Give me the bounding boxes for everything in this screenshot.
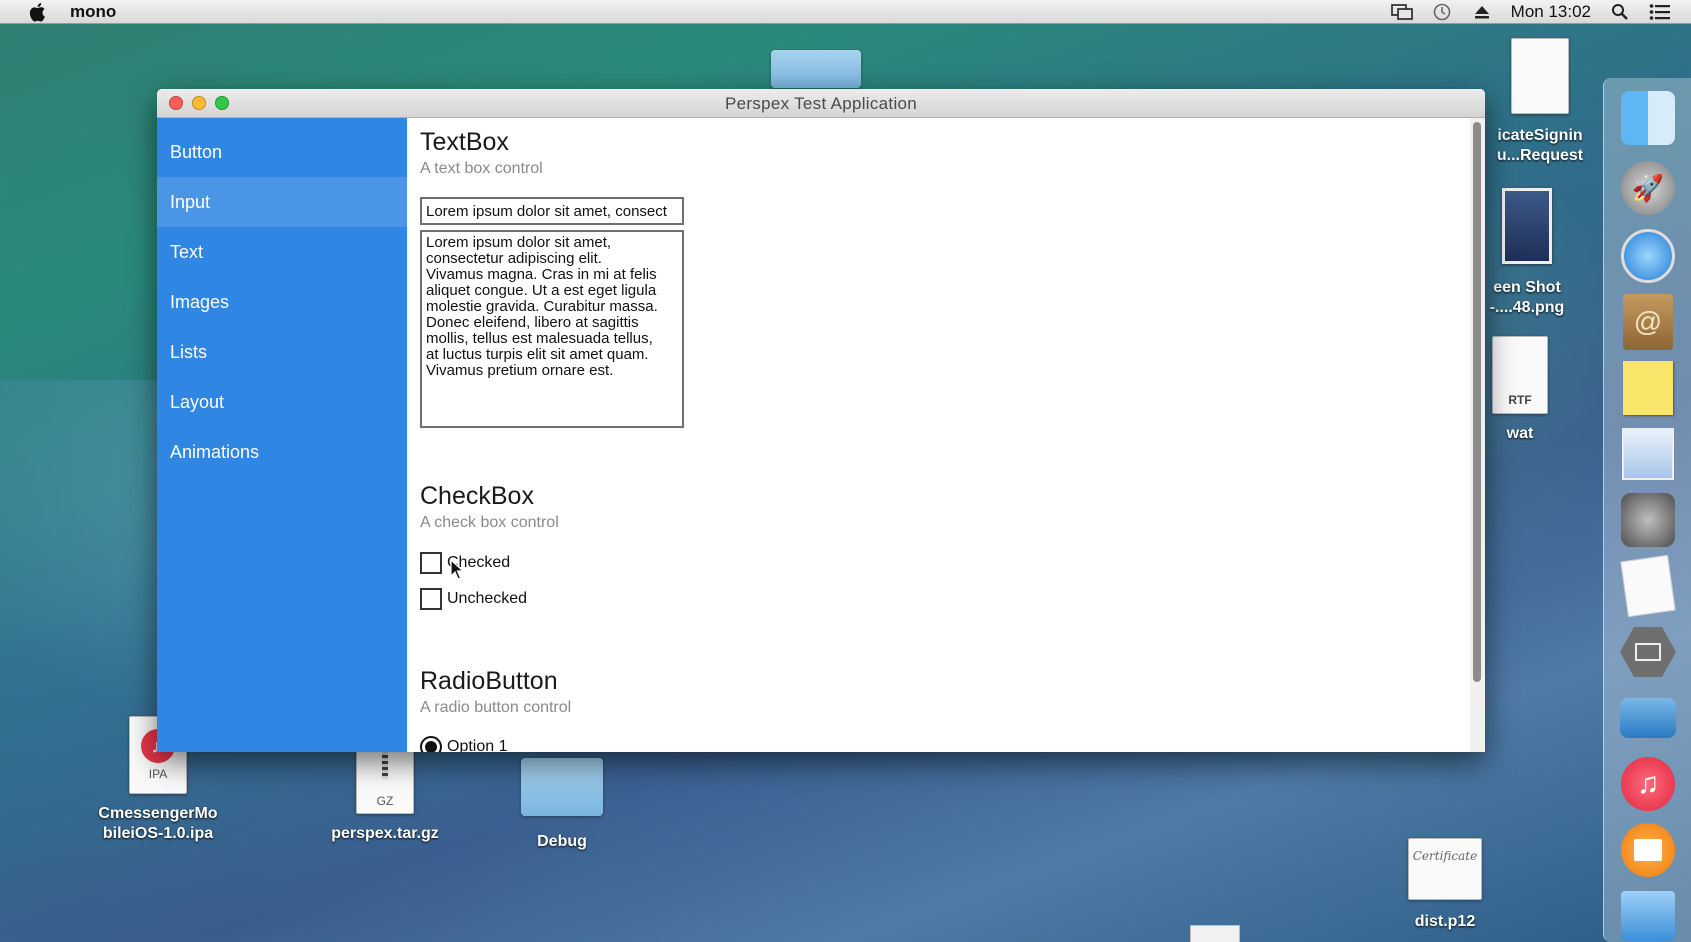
file-badge: RTF [1508,393,1532,407]
radio-option-1[interactable] [420,736,442,752]
launchpad-icon[interactable]: 🚀 [1618,158,1678,218]
scrollbar-thumb[interactable] [1473,122,1481,682]
preview-icon[interactable] [1618,424,1678,484]
notification-list-icon[interactable] [1649,3,1671,21]
sidebar-item-lists[interactable]: Lists [157,327,407,377]
textedit-icon[interactable] [1618,554,1678,618]
folder-icon [771,50,861,88]
desktop-item-debug[interactable]: Debug [512,758,612,852]
eject-icon[interactable] [1471,3,1493,21]
checkbox-section-subtitle: A check box control [420,514,559,531]
system-preferences-icon[interactable] [1618,490,1678,550]
contacts-icon[interactable]: @ [1618,292,1678,352]
checkbox-unchecked-row[interactable]: Unchecked [420,588,527,610]
sidebar-nav: Button Input Text Images Lists Layout An… [157,118,407,752]
desktop-item-label: bileiOS-1.0.ipa [102,825,214,842]
rtf-document-icon: RTF [1492,336,1548,414]
desktop-item-label: een Shot [1493,279,1561,296]
sidebar-item-text[interactable]: Text [157,227,407,277]
desktop-item-label: perspex.tar.gz [331,825,439,842]
textbox-section-title: TextBox [420,128,509,156]
vertical-scrollbar[interactable] [1470,118,1485,752]
window-title: Perspex Test Application [724,94,918,113]
folder-icon [521,758,603,816]
menu-bar: mono Mon 13:02 [0,0,1691,24]
radio-section-subtitle: A radio button control [420,699,572,716]
dock: 🚀 @ ♫ [1603,78,1691,942]
file-badge: IPA [148,767,168,781]
spotlight-search-icon[interactable] [1609,3,1631,21]
mouse-cursor-icon [450,558,465,586]
display-icon[interactable] [1618,622,1678,682]
desktop-item-folder-top[interactable] [770,50,862,88]
apple-icon[interactable] [26,2,48,22]
checkbox-section-title: CheckBox [420,482,534,510]
app-window: Perspex Test Application Button Input Te… [157,89,1485,752]
ibooks-icon[interactable] [1618,820,1678,880]
stickies-icon[interactable] [1618,358,1678,418]
content-panel[interactable]: TextBox A text box control Lorem ipsum d… [407,118,1470,752]
single-line-textbox[interactable] [420,197,684,225]
sidebar-item-button[interactable]: Button [157,127,407,177]
radio-label[interactable]: Option 1 [447,738,507,752]
checkbox-unchecked[interactable] [420,588,442,610]
checkbox-checked[interactable] [420,552,442,574]
desktop-item-label: -....48.png [1489,299,1565,316]
desktop-item-tar-gz[interactable]: GZ perspex.tar.gz [315,748,455,844]
desktop-item-wat[interactable]: RTF wat [1490,336,1550,444]
radio-selected-dot [425,741,437,752]
safari-icon[interactable] [1618,226,1678,286]
desktop-item-label: wat [1506,425,1534,442]
finder-icon[interactable] [1618,88,1678,148]
multi-line-textbox[interactable]: Lorem ipsum dolor sit amet, consectetur … [420,230,684,428]
time-machine-icon[interactable] [1431,3,1453,21]
desktop-item-label: icateSignin [1497,127,1583,144]
screenshot-icon [1502,188,1552,264]
sidebar-item-images[interactable]: Images [157,277,407,327]
document-icon [1511,38,1569,114]
archive-icon: GZ [356,748,414,814]
itunes-icon[interactable]: ♫ [1618,754,1678,814]
textbox-section-subtitle: A text box control [420,160,543,177]
radio-section-title: RadioButton [420,667,558,695]
desktop-item-label: CmessengerMo [98,805,218,822]
sidebar-item-input[interactable]: Input [157,177,407,227]
desktop-item-p12[interactable]: Certificate dist.p12 [1400,838,1490,932]
xcode-icon[interactable] [1618,886,1678,942]
certificate-icon: Certificate [1408,838,1482,900]
active-app-name[interactable]: mono [70,2,116,22]
file-badge: Certificate [1412,849,1478,863]
menubar-clock[interactable]: Mon 13:02 [1511,2,1591,22]
screen-mirror-icon[interactable] [1390,3,1413,21]
window-titlebar[interactable]: Perspex Test Application [157,89,1485,118]
radio-option-1-row[interactable]: Option 1 [420,736,507,752]
desktop-item-label: u...Request [1496,147,1584,164]
file-badge: GZ [376,794,394,808]
document-icon[interactable] [1190,925,1240,942]
desktop-item-label: dist.p12 [1414,913,1476,930]
checkbox-checked-row[interactable]: Checked [420,552,510,574]
migration-icon[interactable] [1618,688,1678,748]
sidebar-item-layout[interactable]: Layout [157,377,407,427]
checkbox-label[interactable]: Unchecked [447,590,527,608]
sidebar-item-animations[interactable]: Animations [157,427,407,477]
zipper-icon [382,749,388,779]
desktop-item-label: Debug [537,833,587,850]
